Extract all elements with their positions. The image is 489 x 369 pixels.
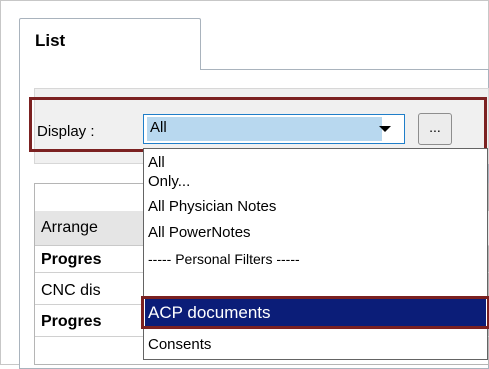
dropdown-option-consents[interactable]: Consents <box>148 335 211 354</box>
tab-list-label: List <box>35 31 66 50</box>
dropdown-option-all[interactable]: All <box>148 153 165 172</box>
dropdown-option-all-physician-notes[interactable]: All Physician Notes <box>148 197 276 216</box>
dropdown-option-all-powernotes[interactable]: All PowerNotes <box>148 223 251 242</box>
combobox-value: All <box>150 119 167 136</box>
table-row[interactable]: Progres <box>41 313 101 331</box>
dropdown-option-only[interactable]: Only... <box>148 172 190 191</box>
table-row[interactable]: CNC dis <box>41 282 101 300</box>
chevron-down-icon[interactable] <box>375 119 395 139</box>
table-row[interactable]: Progres <box>41 251 101 269</box>
acp-highlight-box <box>141 296 489 329</box>
grid-header-arrange[interactable]: Arrange <box>41 219 98 237</box>
display-highlight-box <box>29 97 487 152</box>
dropdown-separator-personal-filters: ----- Personal Filters ----- <box>148 251 300 267</box>
